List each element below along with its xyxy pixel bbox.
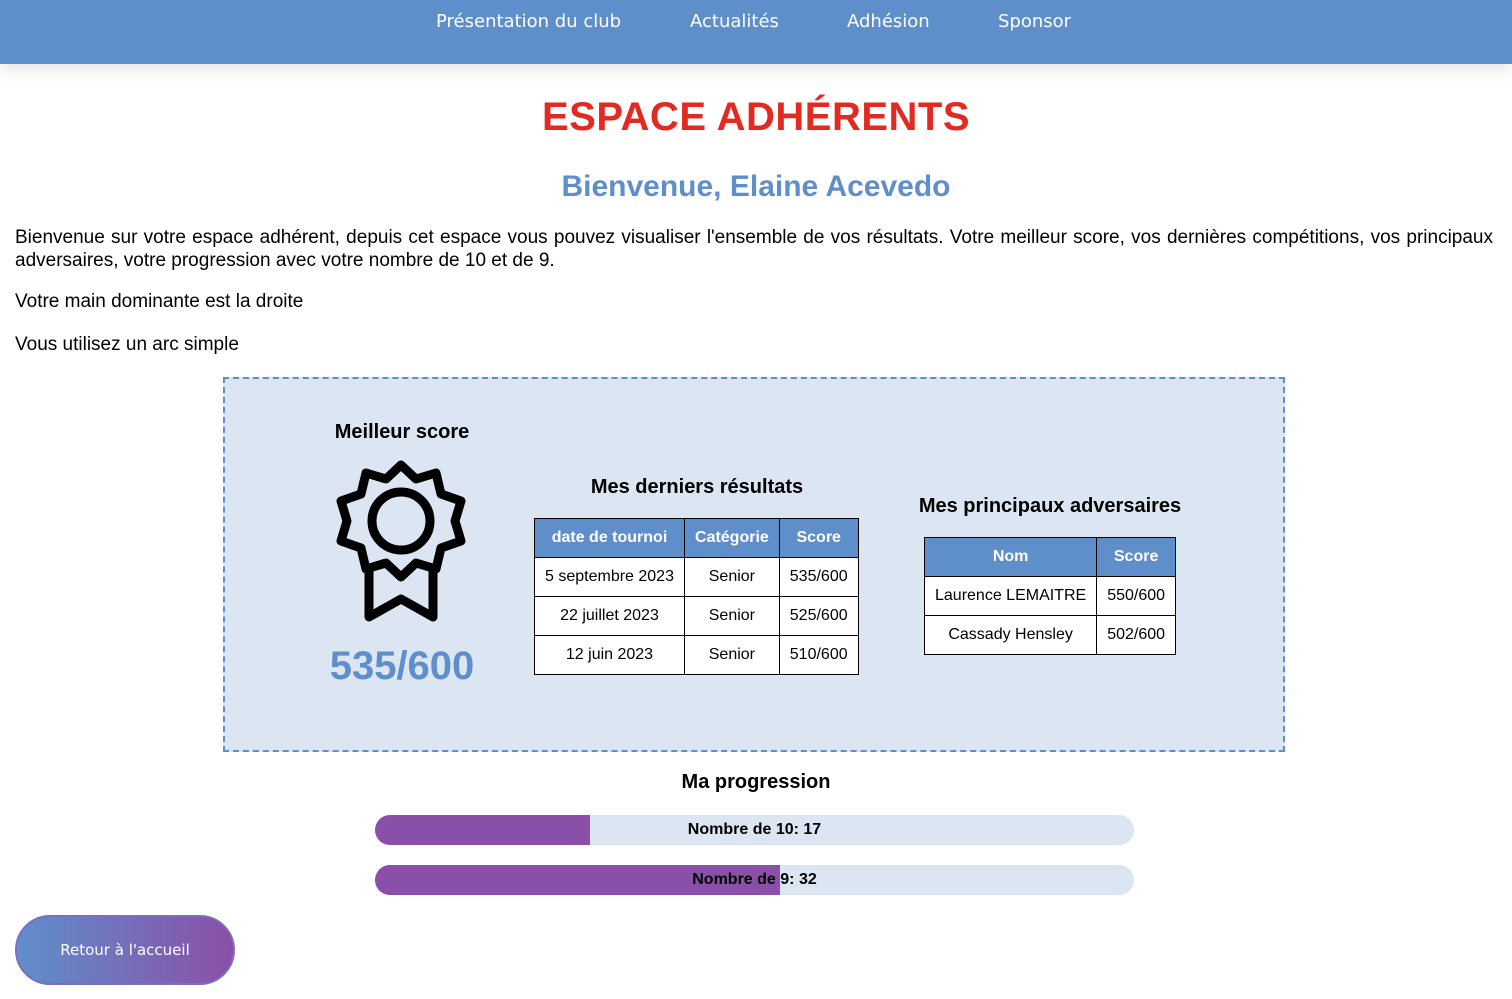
result-score: 535/600 <box>778 557 859 597</box>
recent-results-heading: Mes derniers résultats <box>590 476 804 498</box>
award-ribbon-icon <box>336 460 466 622</box>
result-score: 525/600 <box>778 596 859 636</box>
bow-type-text: Vous utilisez un arc simple <box>15 334 239 355</box>
progress-bar-nines: Nombre de 9: 32 <box>375 865 1134 895</box>
recent-results-table: date de tournoi Catégorie Score 5 septem… <box>534 518 859 675</box>
table-header-row: date de tournoi Catégorie Score <box>534 518 859 558</box>
opponents-heading: Mes principaux adversaires <box>918 495 1182 517</box>
opponent-name: Cassady Hensley <box>923 615 1098 655</box>
opponent-name: Laurence LEMAITRE <box>923 576 1098 616</box>
result-date: 22 juillet 2023 <box>534 596 685 636</box>
column-header-score: Score <box>778 518 859 558</box>
column-header-date: date de tournoi <box>534 518 685 558</box>
table-row: 22 juillet 2023 Senior 525/600 <box>534 596 859 636</box>
opponent-score: 550/600 <box>1096 576 1177 616</box>
table-header-row: Nom Score <box>923 537 1177 577</box>
progression-heading: Ma progression <box>681 771 831 793</box>
results-dashboard: Meilleur score 535/600 Mes derniers résu… <box>223 377 1285 752</box>
progress-label-tens: Nombre de 10: 17 <box>687 821 822 838</box>
dominant-hand-text: Votre main dominante est la droite <box>15 291 304 312</box>
result-category: Senior <box>683 596 780 636</box>
table-row: 12 juin 2023 Senior 510/600 <box>534 635 859 675</box>
nav-link-sponsor[interactable]: Sponsor <box>998 11 1071 32</box>
progress-label-nines: Nombre de 9: 32 <box>692 871 817 888</box>
result-score: 510/600 <box>778 635 859 675</box>
opponent-score: 502/600 <box>1096 615 1177 655</box>
page-title: ESPACE ADHÉRENTS <box>541 95 971 139</box>
best-score-value: 535/600 <box>329 644 475 688</box>
back-to-home-button[interactable]: Retour à l'accueil <box>15 915 235 985</box>
result-date: 5 septembre 2023 <box>534 557 685 597</box>
top-navigation-bar: Présentation du club Actualités Adhésion… <box>0 0 1512 64</box>
intro-paragraph: Bienvenue sur votre espace adhérent, dep… <box>15 227 1493 271</box>
result-date: 12 juin 2023 <box>534 635 685 675</box>
column-header-score: Score <box>1096 537 1177 577</box>
column-header-name: Nom <box>923 537 1098 577</box>
opponents-table: Nom Score Laurence LEMAITRE 550/600 Cass… <box>923 537 1177 655</box>
nav-link-actualites[interactable]: Actualités <box>690 11 779 32</box>
column-header-category: Catégorie <box>683 518 780 558</box>
result-category: Senior <box>683 557 780 597</box>
table-row: 5 septembre 2023 Senior 535/600 <box>534 557 859 597</box>
table-row: Cassady Hensley 502/600 <box>923 615 1177 655</box>
nav-link-adhesion[interactable]: Adhésion <box>847 11 930 32</box>
progress-bar-tens: Nombre de 10: 17 <box>375 815 1134 845</box>
welcome-heading: Bienvenue, Elaine Acevedo <box>561 170 951 203</box>
best-score-heading: Meilleur score <box>334 421 470 443</box>
table-row: Laurence LEMAITRE 550/600 <box>923 576 1177 616</box>
nav-link-presentation[interactable]: Présentation du club <box>436 11 621 32</box>
result-category: Senior <box>683 635 780 675</box>
